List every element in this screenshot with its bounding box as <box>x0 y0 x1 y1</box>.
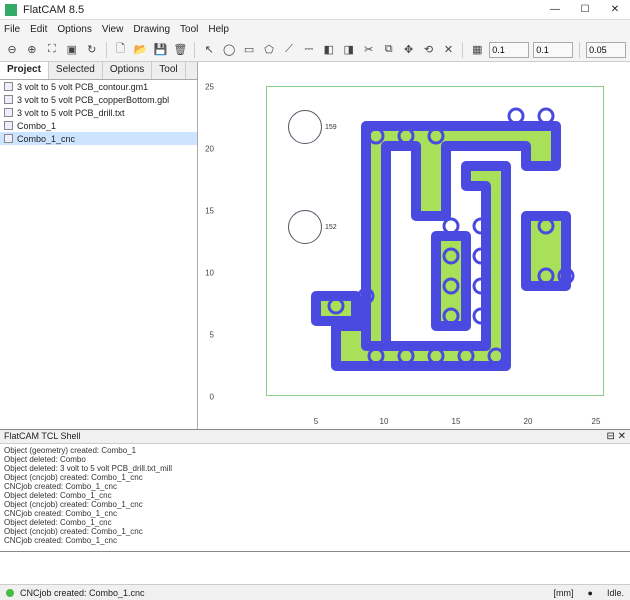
zoom-fit-icon[interactable]: ⛶ <box>44 41 60 59</box>
item-label: Combo_1_cnc <box>17 134 75 144</box>
path-icon[interactable]: ⟋ <box>281 41 297 59</box>
separator <box>579 42 580 58</box>
plot-canvas[interactable]: 25 20 15 10 5 0 5 10 15 20 25 159 152 <box>198 62 630 429</box>
x-tick: 5 <box>314 417 318 426</box>
grid-icon[interactable]: ▦ <box>469 41 485 59</box>
y-tick: 25 <box>200 83 214 92</box>
tab-selected[interactable]: Selected <box>49 62 103 79</box>
delete-shape-icon[interactable]: ✕ <box>440 41 456 59</box>
sidebar-tabs: Project Selected Options Tool <box>0 62 197 80</box>
rotate-icon[interactable]: ⟲ <box>421 41 437 59</box>
shell-output: Object (geometry) created: Combo_1Object… <box>0 443 630 551</box>
tab-options[interactable]: Options <box>103 62 152 79</box>
status-units: [mm] <box>554 588 574 598</box>
tcl-shell-panel: FlatCAM TCL Shell ⊟ ✕ Object (geometry) … <box>0 429 630 566</box>
delete-icon[interactable]: 🗑 <box>172 41 188 59</box>
y-tick: 0 <box>200 392 214 401</box>
cursor-icon[interactable]: ↖ <box>201 41 217 59</box>
item-label: 3 volt to 5 volt PCB_copperBottom.gbl <box>17 95 169 105</box>
x-tick: 25 <box>592 417 601 426</box>
grid-gap-input[interactable] <box>586 42 626 58</box>
toolbar: ⊖ ⊕ ⛶ ▣ ↻ 🗋 📂 💾 🗑 ↖ ◯ ▭ ⬠ ⟋ ⎓ ◧ ◨ ✂ ⧉ ✥ … <box>0 38 630 62</box>
subtract-icon[interactable]: ◨ <box>341 41 357 59</box>
menu-drawing[interactable]: Drawing <box>133 24 170 35</box>
geometry-icon <box>4 121 13 130</box>
menu-help[interactable]: Help <box>208 24 229 35</box>
tab-tool[interactable]: Tool <box>152 62 185 79</box>
new-icon[interactable]: 🗋 <box>113 41 129 59</box>
shell-title-bar: FlatCAM TCL Shell ⊟ ✕ <box>0 430 630 443</box>
save-icon[interactable]: 💾 <box>152 41 168 59</box>
clear-plot-icon[interactable]: ▣ <box>64 41 80 59</box>
project-list: 3 volt to 5 volt PCB_contour.gm1 3 volt … <box>0 80 197 429</box>
status-indicator-icon <box>6 589 14 597</box>
main-area: Project Selected Options Tool 3 volt to … <box>0 62 630 429</box>
list-item[interactable]: Combo_1 <box>0 119 197 132</box>
gerber-icon <box>4 82 13 91</box>
window-controls: — ☐ ✕ <box>540 0 630 20</box>
move-icon[interactable]: ✥ <box>401 41 417 59</box>
shell-title: FlatCAM TCL Shell <box>4 431 81 442</box>
x-tick: 15 <box>452 417 461 426</box>
menu-options[interactable]: Options <box>57 24 91 35</box>
status-state: Idle. <box>607 588 624 598</box>
zoom-out-icon[interactable]: ⊖ <box>4 41 20 59</box>
copy-icon[interactable]: ⧉ <box>381 41 397 59</box>
menu-tool[interactable]: Tool <box>180 24 198 35</box>
maximize-button[interactable]: ☐ <box>570 0 600 20</box>
status-bar: CNCjob created: Combo_1.cnc [mm] ● Idle. <box>0 584 630 600</box>
separator <box>462 42 463 58</box>
circle-icon[interactable]: ◯ <box>221 41 237 59</box>
cut-icon[interactable]: ✂ <box>361 41 377 59</box>
y-tick: 15 <box>200 207 214 216</box>
gerber-icon <box>4 95 13 104</box>
window-title: FlatCAM 8.5 <box>23 4 84 16</box>
intersect-icon[interactable]: ◧ <box>321 41 337 59</box>
item-label: Combo_1 <box>17 121 56 131</box>
pcb-traces <box>266 86 604 396</box>
list-item[interactable]: 3 volt to 5 volt PCB_drill.txt <box>0 106 197 119</box>
shell-input[interactable] <box>0 551 630 566</box>
y-tick: 20 <box>200 145 214 154</box>
list-item[interactable]: Combo_1_cnc <box>0 132 197 145</box>
union-icon[interactable]: ⎓ <box>301 41 317 59</box>
separator <box>106 42 107 58</box>
rect-icon[interactable]: ▭ <box>241 41 257 59</box>
zoom-in-icon[interactable]: ⊕ <box>24 41 40 59</box>
shell-close-icon[interactable]: ⊟ ✕ <box>606 431 626 442</box>
menu-file[interactable]: File <box>4 24 20 35</box>
replot-icon[interactable]: ↻ <box>84 41 100 59</box>
y-tick: 5 <box>200 330 214 339</box>
item-label: 3 volt to 5 volt PCB_contour.gm1 <box>17 82 148 92</box>
grid-y-input[interactable] <box>533 42 573 58</box>
sidebar: Project Selected Options Tool 3 volt to … <box>0 62 198 429</box>
close-button[interactable]: ✕ <box>600 0 630 20</box>
plot: 25 20 15 10 5 0 5 10 15 20 25 159 152 <box>216 70 616 414</box>
minimize-button[interactable]: — <box>540 0 570 20</box>
menu-edit[interactable]: Edit <box>30 24 47 35</box>
grid-x-input[interactable] <box>489 42 529 58</box>
menu-bar: File Edit Options View Drawing Tool Help <box>0 20 630 38</box>
polygon-icon[interactable]: ⬠ <box>261 41 277 59</box>
drill-icon <box>4 108 13 117</box>
y-tick: 10 <box>200 268 214 277</box>
status-message: CNCjob created: Combo_1.cnc <box>20 588 145 598</box>
cnc-icon <box>4 134 13 143</box>
app-icon <box>5 4 17 16</box>
x-tick: 10 <box>380 417 389 426</box>
list-item[interactable]: 3 volt to 5 volt PCB_copperBottom.gbl <box>0 93 197 106</box>
title-bar: FlatCAM 8.5 — ☐ ✕ <box>0 0 630 20</box>
tab-project[interactable]: Project <box>0 62 49 79</box>
open-icon[interactable]: 📂 <box>133 41 149 59</box>
menu-view[interactable]: View <box>102 24 124 35</box>
item-label: 3 volt to 5 volt PCB_drill.txt <box>17 108 125 118</box>
separator <box>194 42 195 58</box>
x-tick: 20 <box>524 417 533 426</box>
list-item[interactable]: 3 volt to 5 volt PCB_contour.gm1 <box>0 80 197 93</box>
